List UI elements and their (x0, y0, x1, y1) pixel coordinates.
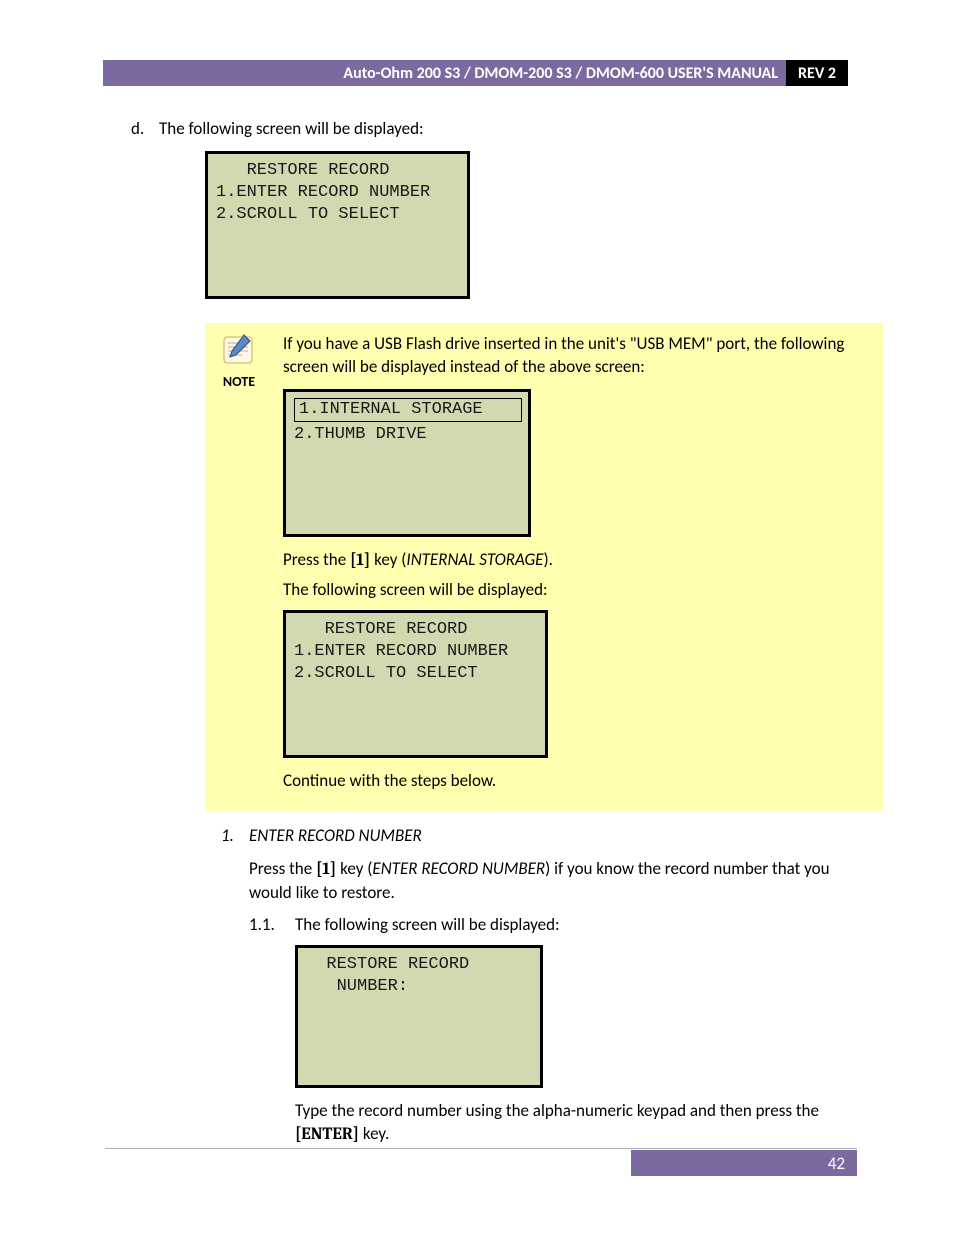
lcd-screen-3: RESTORE RECORD 1.ENTER RECORD NUMBER 2.S… (283, 610, 548, 758)
lcd-screen-4: RESTORE RECORD NUMBER: (295, 945, 543, 1088)
page: Auto-Ohm 200 S3 / DMOM-200 S3 / DMOM-600… (0, 0, 954, 1235)
lcd2-line2: 2.THUMB DRIVE (294, 425, 427, 444)
content: d. The following screen will be displaye… (131, 118, 859, 1157)
note-label-column: NOTE (205, 333, 273, 799)
substep-1-1: 1.1. The following screen will be displa… (249, 914, 859, 1157)
note-label: NOTE (205, 373, 273, 392)
lcd1-line3: 2.SCROLL TO SELECT (216, 205, 400, 224)
lcd-screen-2: 1.INTERNAL STORAGE 2.THUMB DRIVE (283, 389, 531, 537)
lcd1-line1: RESTORE RECORD (216, 161, 389, 180)
step-d-marker: d. (131, 118, 159, 141)
page-number: 42 (631, 1150, 857, 1176)
substep-content: The following screen will be displayed: … (295, 914, 859, 1157)
internal-storage-option: INTERNAL STORAGE (406, 549, 543, 570)
lcd1-line2: 1.ENTER RECORD NUMBER (216, 183, 430, 202)
lcd2-line1: 1.INTERNAL STORAGE (294, 398, 522, 422)
note-intro: If you have a USB Flash drive inserted i… (283, 333, 867, 379)
header-title: Auto-Ohm 200 S3 / DMOM-200 S3 / DMOM-600… (103, 60, 786, 86)
key-1: [1] (350, 551, 370, 570)
sec1-title: ENTER RECORD NUMBER (249, 825, 422, 848)
substep-text: The following screen will be displayed: (295, 914, 859, 937)
note-body: If you have a USB Flash drive inserted i… (283, 333, 867, 799)
note-following: The following screen will be displayed: (283, 579, 867, 602)
note-icon (205, 333, 273, 367)
type-line: Type the record number using the alpha-n… (295, 1100, 859, 1147)
lcd3-line3: 2.SCROLL TO SELECT (294, 664, 478, 683)
substep-num: 1.1. (249, 914, 295, 1157)
enter-record-number-option: ENTER RECORD NUMBER (372, 858, 545, 879)
header-bar: Auto-Ohm 200 S3 / DMOM-200 S3 / DMOM-600… (103, 60, 848, 86)
note-box: NOTE If you have a USB Flash drive inser… (205, 323, 883, 811)
section-1: 1. ENTER RECORD NUMBER Press the [1] key… (221, 825, 859, 1158)
lcd-screen-1: RESTORE RECORD 1.ENTER RECORD NUMBER 2.S… (205, 151, 470, 299)
lcd4-line1: RESTORE RECORD (306, 955, 469, 974)
key-enter: [ENTER] (295, 1125, 359, 1144)
lcd3-line2: 1.ENTER RECORD NUMBER (294, 642, 508, 661)
footer: 42 (105, 1148, 857, 1149)
note-press-line: Press the [1] key (INTERNAL STORAGE). (283, 549, 867, 573)
lcd4-line2: NUMBER: (306, 977, 408, 996)
sec1-num: 1. (221, 825, 249, 848)
step-d-text: The following screen will be displayed: (159, 118, 424, 141)
step-d: d. The following screen will be displaye… (131, 118, 859, 141)
key-1b: [1] (316, 860, 336, 879)
sec1-press-line: Press the [1] key (ENTER RECORD NUMBER) … (249, 858, 859, 905)
note-continue: Continue with the steps below. (283, 770, 867, 793)
header-rev: REV 2 (786, 60, 848, 86)
lcd3-line1: RESTORE RECORD (294, 620, 467, 639)
